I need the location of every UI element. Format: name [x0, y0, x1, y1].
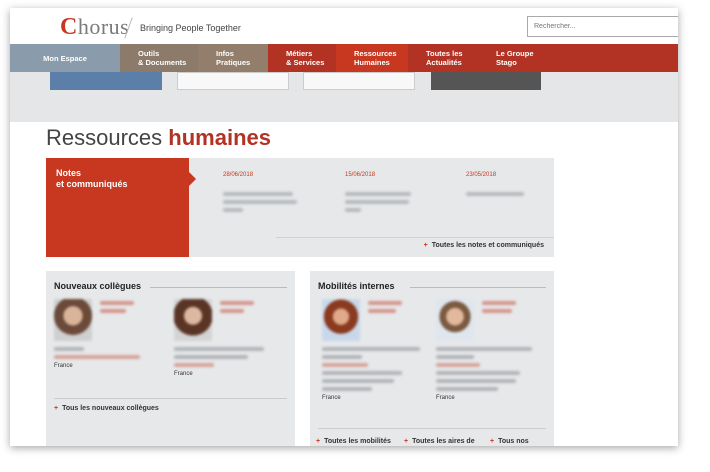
banner-thumbnail[interactable]: [177, 72, 289, 90]
all-ours-link-label: Tous nos: [498, 438, 529, 445]
note-item[interactable]: 23/05/2018: [466, 172, 556, 200]
banner-thumbnail[interactable]: [431, 72, 541, 90]
tagline: Bringing People Together: [140, 23, 241, 33]
notes-title: Notes et communiqués: [56, 168, 128, 189]
note-date: 15/06/2018: [345, 172, 376, 178]
colleague-name-blurred: [220, 301, 254, 317]
plus-icon: +: [316, 438, 321, 445]
nav-toutes-actualites[interactable]: Toutes les Actualités: [408, 44, 478, 72]
all-areas-link[interactable]: + Toutes les aires de: [404, 438, 475, 445]
logo-rest: horus: [77, 14, 130, 39]
plus-icon: +: [54, 405, 59, 412]
note-text-blurred: [466, 192, 556, 196]
mobility-country: France: [436, 395, 455, 401]
avatar: [174, 299, 212, 341]
divider: [54, 398, 287, 399]
nav-outils-documents[interactable]: Outils & Documents: [120, 44, 198, 72]
nav-label: Le Groupe Stago: [496, 49, 534, 67]
site-header: Chorus Bringing People Together: [10, 8, 678, 44]
banner-thumbnail[interactable]: [50, 72, 162, 90]
colleague-name-blurred: [100, 301, 134, 317]
avatar: [54, 299, 92, 341]
all-notes-link-label: Toutes les notes et communiqués: [431, 242, 544, 249]
note-date: 28/06/2018: [223, 172, 254, 178]
page-title: Ressources humaines: [46, 125, 271, 151]
divider: [276, 237, 554, 238]
new-colleagues-card: Nouveaux collègues France France + Tous l…: [46, 271, 295, 446]
colleague-country: France: [54, 363, 73, 369]
nav-metiers-services[interactable]: Métiers & Services: [268, 44, 336, 72]
nav-label: Infos Pratiques: [216, 49, 251, 67]
divider: [150, 287, 287, 288]
all-new-colleagues-link[interactable]: + Tous les nouveaux collègues: [54, 405, 159, 412]
search-input[interactable]: [527, 16, 678, 37]
plus-icon: +: [490, 438, 495, 445]
chorus-logo[interactable]: Chorus: [60, 14, 129, 41]
mobility-item[interactable]: France: [436, 299, 546, 401]
note-text-blurred: [345, 192, 435, 212]
plus-icon: +: [423, 242, 428, 249]
nav-label: Ressources Humaines: [354, 49, 397, 67]
colleague-item[interactable]: France: [54, 299, 164, 369]
mobility-country: France: [322, 395, 341, 401]
internal-mobility-title: Mobilités internes: [318, 281, 395, 291]
all-mobilities-link-label: Toutes les mobilités: [324, 438, 391, 445]
colleague-role-blurred: [54, 347, 150, 359]
divider: [410, 287, 546, 288]
note-text-blurred: [223, 192, 313, 212]
page-title-part2: humaines: [168, 125, 271, 150]
nav-label: Toutes les Actualités: [426, 49, 463, 67]
new-colleagues-title: Nouveaux collègues: [54, 281, 142, 291]
all-new-colleagues-link-label: Tous les nouveaux collègues: [62, 405, 159, 412]
avatar: [322, 299, 360, 341]
mobility-item[interactable]: France: [322, 299, 432, 401]
browser-viewport: Chorus Bringing People Together Mon Espa…: [10, 8, 678, 446]
avatar: [436, 299, 474, 341]
main-nav: Mon Espace Outils & Documents Infos Prat…: [10, 44, 678, 72]
banner-thumbnail[interactable]: [303, 72, 415, 90]
mobility-name-blurred: [368, 301, 402, 317]
mobility-name-blurred: [482, 301, 516, 317]
notes-header: Notes et communiqués: [46, 158, 196, 257]
all-ours-link[interactable]: + Tous nos: [490, 438, 529, 445]
nav-ressources-humaines[interactable]: Ressources Humaines: [336, 44, 408, 72]
colleague-item[interactable]: France: [174, 299, 284, 377]
mobility-role-blurred: [436, 347, 532, 391]
nav-mon-espace[interactable]: Mon Espace: [10, 44, 120, 72]
nav-infos-pratiques[interactable]: Infos Pratiques: [198, 44, 268, 72]
all-mobilities-link[interactable]: + Toutes les mobilités: [316, 438, 391, 445]
page-title-part1: Ressources: [46, 125, 169, 150]
colleague-role-blurred: [174, 347, 270, 367]
nav-groupe-stago[interactable]: Le Groupe Stago: [478, 44, 678, 72]
notes-panel: Notes et communiqués 28/06/2018 15/06/20…: [46, 158, 554, 257]
mobility-role-blurred: [322, 347, 420, 391]
note-date: 23/05/2018: [466, 172, 497, 178]
all-notes-link[interactable]: + Toutes les notes et communiqués: [424, 242, 544, 249]
nav-label: Outils & Documents: [138, 49, 187, 67]
all-areas-link-label: Toutes les aires de: [412, 438, 475, 445]
note-item[interactable]: 15/06/2018: [345, 172, 435, 216]
note-item[interactable]: 28/06/2018: [223, 172, 313, 216]
nav-label: Mon Espace: [43, 53, 87, 63]
colleague-country: France: [174, 371, 193, 377]
plus-icon: +: [404, 438, 409, 445]
internal-mobility-card: Mobilités internes France France + Toutes…: [310, 271, 554, 446]
divider: [318, 428, 546, 429]
nav-label: Métiers & Services: [286, 49, 325, 67]
banner-strip: [10, 72, 678, 122]
